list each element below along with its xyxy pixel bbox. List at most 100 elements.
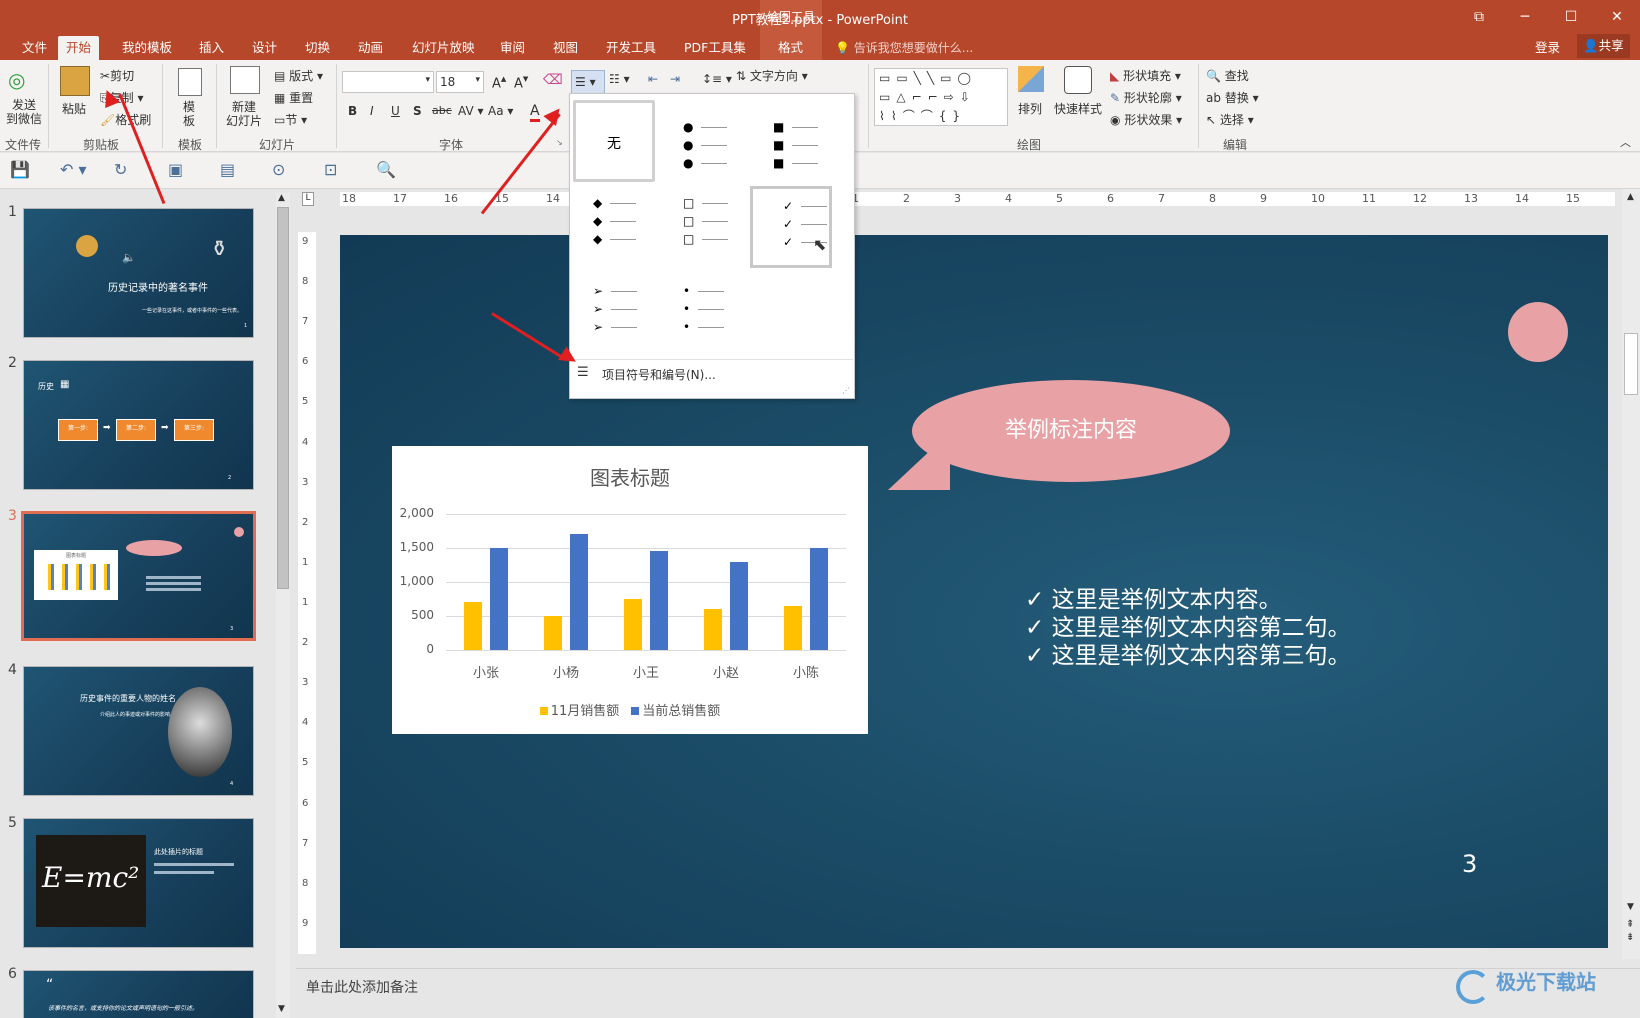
resize-grip-icon[interactable]: ⋰ xyxy=(842,386,850,395)
page-nav-icon[interactable]: ⇞ ⇟ xyxy=(1626,918,1634,944)
scroll-down-icon[interactable]: ▼ xyxy=(278,1004,285,1014)
tell-me-search[interactable]: 💡 告诉我您想要做什么... xyxy=(835,36,973,60)
wechat-icon[interactable]: ◎ xyxy=(8,68,25,92)
font-size-input[interactable]: 18 ▾ xyxy=(436,71,484,93)
numbering-button[interactable]: ☷ ▾ xyxy=(609,72,630,86)
slide-thumbnail-4[interactable]: 历史事件的重要人物的姓名 介绍此人的事迹或对事件的影响。 4 xyxy=(23,666,254,796)
new-slide-button[interactable]: 新建 幻灯片 xyxy=(226,100,262,128)
paste-icon[interactable] xyxy=(60,66,90,96)
new-slide-icon[interactable] xyxy=(230,66,260,94)
reset-button[interactable]: ▦ 重置 xyxy=(274,89,313,106)
underline-icon[interactable]: U xyxy=(391,104,400,118)
bar-当前总销售额-小赵[interactable] xyxy=(730,561,748,650)
arrange-icon[interactable] xyxy=(1018,66,1044,92)
increase-font-icon[interactable]: A▴ xyxy=(492,72,506,91)
bar-11月销售额-小杨[interactable] xyxy=(544,616,562,650)
bar-11月销售额-小陈[interactable] xyxy=(784,606,802,650)
bullet-option-diamond[interactable]: ◆ ◆ ◆ xyxy=(573,182,655,264)
tab-stop-selector[interactable]: L xyxy=(302,192,314,206)
scroll-down-icon[interactable]: ▼ xyxy=(1627,902,1634,912)
clear-format-icon[interactable]: ⌫ xyxy=(543,72,563,88)
textbox-icon[interactable]: ▤ xyxy=(220,160,235,179)
bullet-option-filled-square[interactable]: ■ ■ ■ xyxy=(753,100,835,182)
slide-thumbnail-6[interactable]: “ 该事件的名言，或支持你的论文或声明语句的一般引述。 xyxy=(23,970,254,1018)
bullet-item-3[interactable]: ✓ 这里是举例文本内容第三句。 xyxy=(1025,636,1351,670)
login-link[interactable]: 登录 xyxy=(1535,36,1560,60)
select-button[interactable]: ↖ 选择 ▾ xyxy=(1206,111,1254,128)
bar-11月销售额-小张[interactable] xyxy=(464,602,482,650)
increase-indent-icon[interactable]: ⇥ xyxy=(670,72,680,86)
minimize-button[interactable]: ─ xyxy=(1502,4,1548,30)
shape-effects-button[interactable]: ◉ 形状效果 ▾ xyxy=(1110,111,1182,128)
bullet-option-small-dot[interactable]: • • • xyxy=(663,270,745,352)
tab-developer[interactable]: 开发工具 xyxy=(598,36,664,60)
bar-当前总销售额-小张[interactable] xyxy=(490,548,508,650)
scroll-up-icon[interactable]: ▲ xyxy=(1627,192,1634,202)
tab-transitions[interactable]: 切换 xyxy=(297,36,338,60)
save-icon[interactable]: 💾 xyxy=(10,160,30,179)
slide-thumbnail-3-selected[interactable]: 图表标题 3 xyxy=(21,511,256,641)
thumbnail-scrollbar[interactable] xyxy=(276,193,290,1018)
tab-view[interactable]: 视图 xyxy=(545,36,586,60)
bar-11月销售额-小王[interactable] xyxy=(624,599,642,650)
bold-icon[interactable]: B xyxy=(348,104,357,118)
shape-fill-button[interactable]: ◣ 形状填充 ▾ xyxy=(1110,67,1181,84)
tab-animations[interactable]: 动画 xyxy=(350,36,391,60)
decrease-indent-icon[interactable]: ⇤ xyxy=(648,72,658,86)
shapes-gallery[interactable]: ▭▭╲╲▭◯ ▭△⌐⌐⇨⇩ ⌇⌇⌒⌒{} xyxy=(874,68,1008,126)
scrollbar-thumb[interactable] xyxy=(1624,333,1638,395)
change-case-icon[interactable]: Aa ▾ xyxy=(488,104,513,118)
undo-icon[interactable]: ↶ ▾ xyxy=(60,160,87,179)
bar-11月销售额-小赵[interactable] xyxy=(704,609,722,650)
strikethrough-icon[interactable]: abc xyxy=(432,104,452,117)
bullet-option-arrow[interactable]: ➢ ➢ ➢ xyxy=(573,270,655,352)
bullet-option-none[interactable]: 无 xyxy=(573,100,655,182)
maximize-button[interactable]: ☐ xyxy=(1548,4,1594,30)
bar-当前总销售额-小杨[interactable] xyxy=(570,534,588,650)
tab-file[interactable]: 文件 xyxy=(14,36,55,60)
scrollbar-thumb[interactable] xyxy=(277,207,289,589)
char-spacing-icon[interactable]: AV ▾ xyxy=(458,104,484,118)
bar-当前总销售额-小陈[interactable] xyxy=(810,548,828,650)
collapse-ribbon-icon[interactable]: ︿ xyxy=(1620,134,1631,150)
arrange-button[interactable]: 排列 xyxy=(1018,100,1042,117)
share-button[interactable]: 👤共享 xyxy=(1577,34,1630,58)
line-spacing-icon[interactable]: ↕≡ ▾ xyxy=(702,72,732,86)
bullets-and-numbering-item[interactable]: 项目符号和编号(N)... xyxy=(602,366,716,383)
dialog-launcher-icon[interactable]: ↘ xyxy=(556,138,563,147)
section-button[interactable]: ▭节 ▾ xyxy=(274,111,307,128)
find-button[interactable]: 🔍 查找 xyxy=(1206,67,1249,84)
tab-insert[interactable]: 插入 xyxy=(191,36,232,60)
quick-styles-button[interactable]: 快速样式 xyxy=(1054,100,1102,117)
replace-button[interactable]: ab 替换 ▾ xyxy=(1206,89,1259,106)
vertical-scrollbar[interactable] xyxy=(1622,189,1640,959)
close-button[interactable]: ✕ xyxy=(1594,4,1640,30)
preview-icon[interactable]: 🔍 xyxy=(376,160,396,179)
tab-design[interactable]: 设计 xyxy=(244,36,285,60)
text-direction-button[interactable]: ⇅ 文字方向 ▾ xyxy=(736,67,808,84)
scroll-up-icon[interactable]: ▲ xyxy=(278,193,285,203)
slide-thumbnail-5[interactable]: E=mc² 此处插片的标题 xyxy=(23,818,254,948)
present-icon[interactable]: ⊡ xyxy=(324,160,337,179)
italic-icon[interactable]: I xyxy=(370,104,374,118)
chart[interactable]: 图表标题 11月销售额 当前总销售额 2,000 1,500 1,000 500 0 小张 小… xyxy=(392,446,868,734)
presenter-icon[interactable]: ⊙ xyxy=(272,160,285,179)
bar-当前总销售额-小王[interactable] xyxy=(650,550,668,650)
tab-review[interactable]: 审阅 xyxy=(492,36,533,60)
ribbon-display-icon[interactable]: ⧉ xyxy=(1456,4,1502,30)
redo-icon[interactable]: ↻ xyxy=(114,160,127,179)
layout-button[interactable]: ▤ 版式 ▾ xyxy=(274,67,323,84)
tab-format[interactable]: 格式 xyxy=(770,36,811,60)
send-to-wechat-button[interactable]: 发送 到微信 xyxy=(4,98,44,126)
cut-button[interactable]: ✂剪切 xyxy=(100,67,134,84)
tab-pdf-tools[interactable]: PDF工具集 xyxy=(676,36,754,60)
font-name-input[interactable]: ▾ xyxy=(342,71,434,93)
shape-outline-button[interactable]: ✎ 形状轮廓 ▾ xyxy=(1110,89,1182,106)
template-button[interactable]: 模 板 xyxy=(183,100,195,128)
template-icon[interactable] xyxy=(178,68,202,96)
slide-thumbnail-2[interactable]: 历史 ▦ 第一步: ➡ 第二步: ➡ 第三步: 2 xyxy=(23,360,254,490)
bullets-button[interactable]: ☰ ▾ xyxy=(571,70,605,94)
font-color-icon[interactable]: A xyxy=(530,103,540,122)
paste-button[interactable]: 粘贴 xyxy=(62,100,86,117)
slide-thumbnail-1[interactable]: 🔈 ⚱ 历史记录中的著名事件 一些记录在这事件，或者中事件的一些代表。 1 xyxy=(23,208,254,338)
